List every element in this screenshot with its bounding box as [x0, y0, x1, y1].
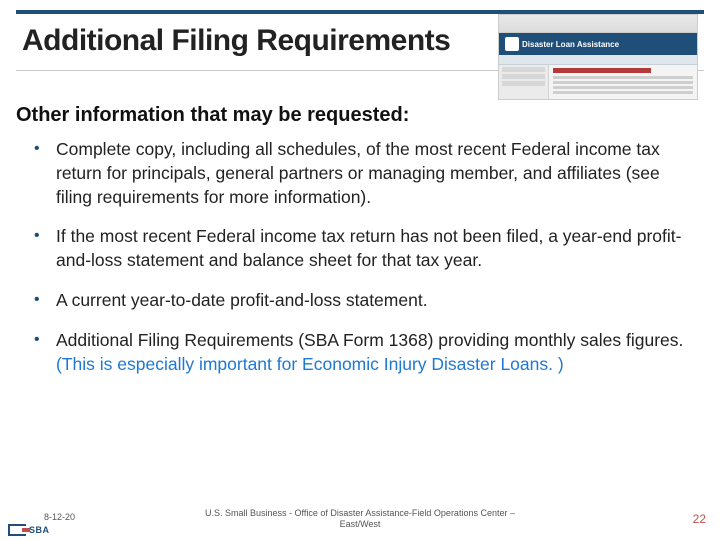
footer-center-line1: U.S. Small Business - Office of Disaster…	[205, 508, 515, 518]
section-subtitle: Other information that may be requested:	[16, 104, 409, 127]
footer-center: U.S. Small Business - Office of Disaster…	[0, 508, 720, 530]
list-item: Complete copy, including all schedules, …	[32, 138, 696, 209]
bullet-text: Additional Filing Requirements (SBA Form…	[56, 330, 683, 350]
bullet-text: Complete copy, including all schedules, …	[56, 139, 660, 207]
footer: SBA 8-12-20 U.S. Small Business - Office…	[0, 500, 720, 540]
list-item: Additional Filing Requirements (SBA Form…	[32, 329, 696, 377]
thumbnail-nav	[499, 55, 697, 65]
thumbnail-logo-icon	[505, 37, 519, 51]
bullet-text: If the most recent Federal income tax re…	[56, 226, 681, 270]
website-thumbnail: Disaster Loan Assistance	[498, 14, 698, 100]
page-title: Additional Filing Requirements	[22, 24, 450, 58]
bullet-list: Complete copy, including all schedules, …	[32, 138, 696, 392]
thumbnail-body	[499, 65, 697, 100]
bullet-text: A current year-to-date profit-and-loss s…	[56, 290, 428, 310]
thumbnail-banner: Disaster Loan Assistance	[499, 33, 697, 55]
page-number: 22	[693, 512, 706, 526]
thumbnail-banner-text: Disaster Loan Assistance	[522, 40, 619, 49]
thumbnail-browser-chrome	[499, 15, 697, 33]
thumbnail-sidebar	[499, 65, 549, 100]
thumbnail-content	[549, 65, 697, 100]
bullet-callout: (This is especially important for Econom…	[56, 354, 564, 374]
list-item: If the most recent Federal income tax re…	[32, 225, 696, 273]
footer-center-line2: East/West	[340, 519, 381, 529]
list-item: A current year-to-date profit-and-loss s…	[32, 289, 696, 313]
